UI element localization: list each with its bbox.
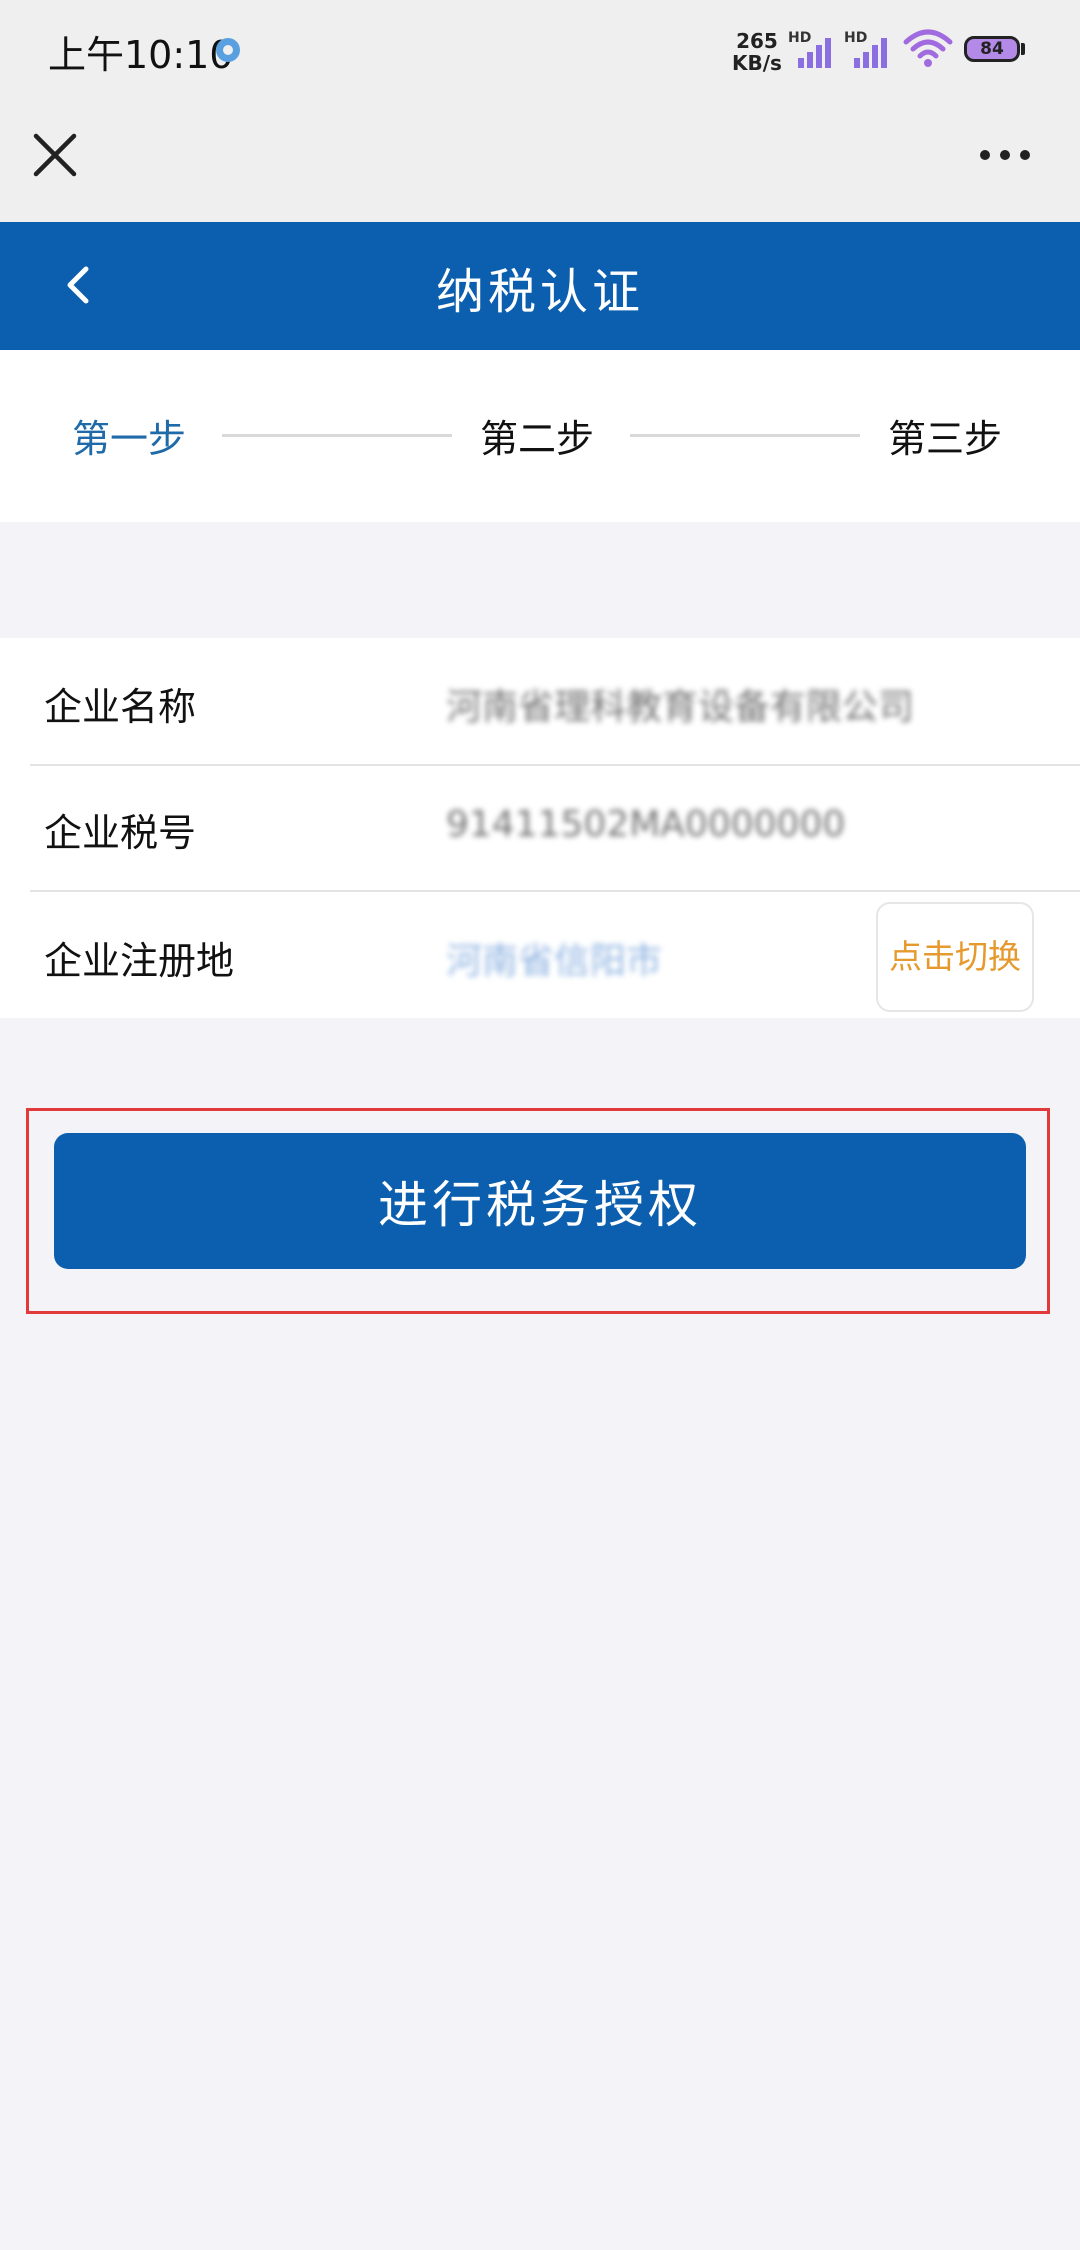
- tax-authorize-button[interactable]: 进行税务授权: [54, 1133, 1026, 1269]
- company-name-label: 企业名称: [44, 685, 197, 729]
- step-connector: [630, 434, 860, 437]
- more-icon[interactable]: [978, 145, 1032, 165]
- close-icon[interactable]: [30, 130, 80, 180]
- company-name-value: 河南省理科教育设备有限公司: [446, 687, 915, 728]
- step-connector: [222, 434, 452, 437]
- registered-location-value: 河南省信阳市: [446, 941, 663, 982]
- battery-tip: [1021, 43, 1025, 55]
- page-title: 纳税认证: [435, 264, 644, 320]
- status-time: 上午10:10: [48, 33, 234, 77]
- registered-location-label: 企业注册地: [44, 939, 235, 983]
- tax-id-label: 企业税号: [44, 811, 197, 855]
- network-speed: 265 KB/s: [732, 30, 782, 74]
- row-divider: [30, 764, 1080, 766]
- step-2: 第二步: [480, 417, 595, 461]
- network-speed-value: 265: [736, 29, 778, 53]
- signal-icon: HD: [788, 30, 832, 68]
- mini-program-bar: [0, 100, 1080, 222]
- tax-id-value: 91411502MA0000000: [446, 804, 846, 845]
- battery-icon: 84: [964, 36, 1020, 62]
- row-divider: [30, 890, 1080, 892]
- network-speed-unit: KB/s: [732, 51, 782, 75]
- step-3: 第三步: [888, 417, 1003, 461]
- location-icon: [216, 38, 240, 62]
- wifi-icon: [903, 29, 953, 67]
- signal-icon: HD: [844, 30, 888, 68]
- switch-location-button[interactable]: 点击切换: [876, 902, 1034, 1012]
- step-1: 第一步: [72, 417, 187, 461]
